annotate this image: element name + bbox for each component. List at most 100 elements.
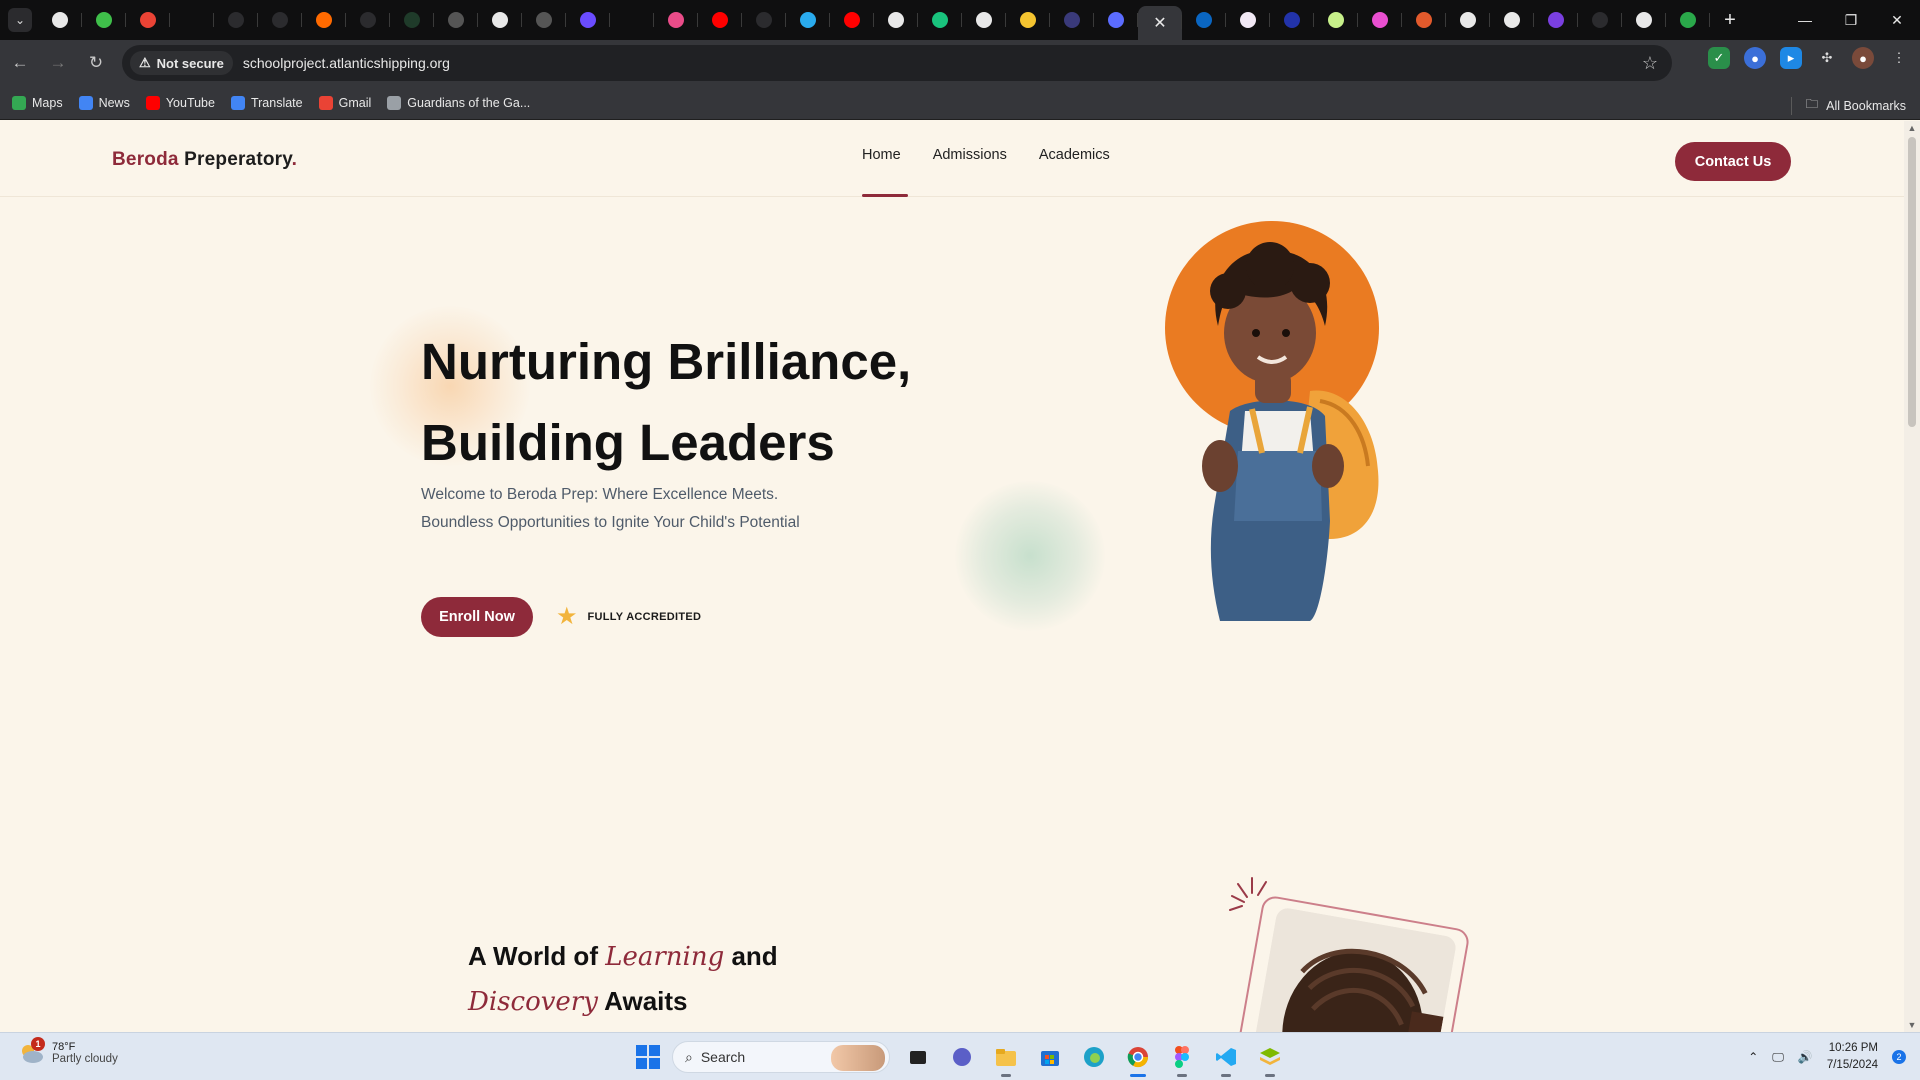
start-windows-icon[interactable]	[636, 1045, 660, 1069]
bookmark-item[interactable]: Gmail	[318, 95, 371, 110]
tab-strip: ✕	[38, 0, 1710, 40]
bookmark-item[interactable]: News	[78, 95, 130, 110]
browser-tab[interactable]	[918, 4, 962, 36]
nav-academics-link[interactable]: Academics	[1039, 121, 1126, 197]
file-explorer-icon[interactable]	[990, 1041, 1022, 1077]
show-hidden-icons-chevron-icon[interactable]: ⌃	[1748, 1050, 1758, 1064]
browser-tab[interactable]	[566, 4, 610, 36]
bookmark-item[interactable]: Translate	[230, 95, 303, 110]
tab-search-dropdown-icon[interactable]: ⌄	[8, 8, 32, 32]
weather-temperature: 78°F	[52, 1041, 76, 1053]
clock-date: 7/15/2024	[1826, 1059, 1878, 1071]
teams-chat-icon[interactable]	[946, 1041, 978, 1073]
bookmark-item[interactable]: Maps	[12, 95, 63, 110]
close-tab-icon[interactable]: ✕	[1153, 13, 1166, 33]
browser-tab[interactable]	[1666, 4, 1710, 36]
bookmark-star-icon[interactable]: ☆	[1642, 53, 1658, 74]
puzzle-extensions-icon[interactable]: ✣	[1816, 47, 1838, 69]
back-icon[interactable]: ←	[2, 45, 38, 81]
contact-us-button[interactable]: Contact Us	[1675, 142, 1791, 181]
browser-tab[interactable]	[346, 4, 390, 36]
page-scrollbar[interactable]: ▲ ▼	[1904, 121, 1920, 1032]
browser-tab[interactable]	[830, 4, 874, 36]
github-icon	[360, 12, 376, 28]
browser-tab[interactable]	[698, 4, 742, 36]
site-logo[interactable]: Beroda Preperatory.	[112, 149, 297, 171]
scroll-down-arrow-icon[interactable]: ▼	[1904, 1020, 1920, 1030]
enroll-now-button[interactable]: Enroll Now	[421, 597, 533, 637]
hero-student-image	[1165, 221, 1379, 621]
browser-tab[interactable]	[1094, 4, 1138, 36]
new-tab-button[interactable]: +	[1714, 9, 1746, 32]
restore-icon[interactable]: ❐	[1828, 0, 1874, 40]
network-icon[interactable]: 🖵	[1772, 1050, 1784, 1065]
bookmark-item[interactable]: Guardians of the Ga...	[387, 95, 530, 110]
active-tab[interactable]: ✕	[1138, 6, 1182, 40]
browser-tab[interactable]	[1446, 4, 1490, 36]
browser-tab[interactable]	[390, 4, 434, 36]
cast-extension-icon[interactable]: ▸	[1780, 47, 1802, 69]
task-view-icon[interactable]	[902, 1041, 934, 1073]
browser-tab[interactable]	[610, 4, 654, 36]
url-text[interactable]: schoolproject.atlanticshipping.org	[243, 55, 450, 71]
browser-tab[interactable]	[786, 4, 830, 36]
section-title-emphasis-learning: Learning	[605, 942, 725, 972]
browser-tab[interactable]	[874, 4, 918, 36]
shield-extension-icon[interactable]: ✓	[1708, 47, 1730, 69]
browser-tab[interactable]	[1226, 4, 1270, 36]
browser-tab[interactable]	[1402, 4, 1446, 36]
nav-admissions-link[interactable]: Admissions	[933, 121, 1023, 197]
browser-tab[interactable]	[1050, 4, 1094, 36]
browser-tab[interactable]	[170, 4, 214, 36]
scrollbar-thumb[interactable]	[1908, 137, 1916, 427]
clock[interactable]: 10:26 PM 7/15/2024	[1827, 1040, 1878, 1074]
browser-tab[interactable]	[1578, 4, 1622, 36]
browser-tab[interactable]	[1182, 4, 1226, 36]
vscode-icon[interactable]	[1210, 1041, 1242, 1077]
browser-tab[interactable]	[214, 4, 258, 36]
hero-title: Nurturing Brilliance, Building Leaders	[421, 321, 941, 483]
browser-tab[interactable]	[126, 4, 170, 36]
browser-tab[interactable]	[258, 4, 302, 36]
browser-tab[interactable]	[742, 4, 786, 36]
browser-tab[interactable]	[302, 4, 346, 36]
browser-tab[interactable]	[1490, 4, 1534, 36]
browser-tab[interactable]	[1358, 4, 1402, 36]
forward-icon[interactable]: →	[40, 45, 76, 81]
browser-tab[interactable]	[82, 4, 126, 36]
browser-tab[interactable]	[1314, 4, 1358, 36]
weather-widget[interactable]: 1 78°F Partly cloudy	[18, 1037, 118, 1065]
all-bookmarks-button[interactable]: 🗀 All Bookmarks	[1790, 95, 1906, 116]
browser-tab[interactable]	[1534, 4, 1578, 36]
microsoft-store-icon[interactable]	[1034, 1041, 1066, 1073]
browser-tab[interactable]	[434, 4, 478, 36]
edge-browser-icon[interactable]	[1078, 1041, 1110, 1073]
browser-tab[interactable]	[654, 4, 698, 36]
taskbar-search[interactable]: ⌕ Search	[672, 1041, 890, 1073]
layers-app-icon[interactable]	[1254, 1041, 1286, 1077]
blue-extension-icon[interactable]: ●	[1744, 47, 1766, 69]
scroll-up-arrow-icon[interactable]: ▲	[1904, 123, 1920, 133]
chrome-browser-icon[interactable]	[1122, 1041, 1154, 1077]
browser-tab[interactable]	[1622, 4, 1666, 36]
bookmark-item[interactable]: YouTube	[145, 95, 215, 110]
browser-tab[interactable]	[522, 4, 566, 36]
circle-icon	[448, 12, 464, 28]
more-menu-icon[interactable]: ⋮	[1888, 47, 1910, 69]
minimize-icon[interactable]: —	[1782, 0, 1828, 40]
browser-tab[interactable]	[478, 4, 522, 36]
reload-icon[interactable]: ↻	[78, 45, 114, 81]
bookmark-favicon-icon	[230, 95, 245, 110]
address-bar[interactable]: ⚠ Not secure schoolproject.atlanticshipp…	[122, 45, 1672, 81]
profile-avatar[interactable]: ●	[1852, 47, 1874, 69]
close-window-icon[interactable]: ✕	[1874, 0, 1920, 40]
volume-icon[interactable]: 🔊	[1798, 1050, 1813, 1064]
browser-tab[interactable]	[1270, 4, 1314, 36]
browser-tab[interactable]	[962, 4, 1006, 36]
browser-tab[interactable]	[38, 4, 82, 36]
security-indicator[interactable]: ⚠ Not secure	[130, 51, 233, 75]
notification-count-badge[interactable]: 2	[1892, 1050, 1906, 1064]
browser-tab[interactable]	[1006, 4, 1050, 36]
figma-icon[interactable]	[1166, 1041, 1198, 1077]
nav-home-link[interactable]: Home	[862, 121, 917, 197]
